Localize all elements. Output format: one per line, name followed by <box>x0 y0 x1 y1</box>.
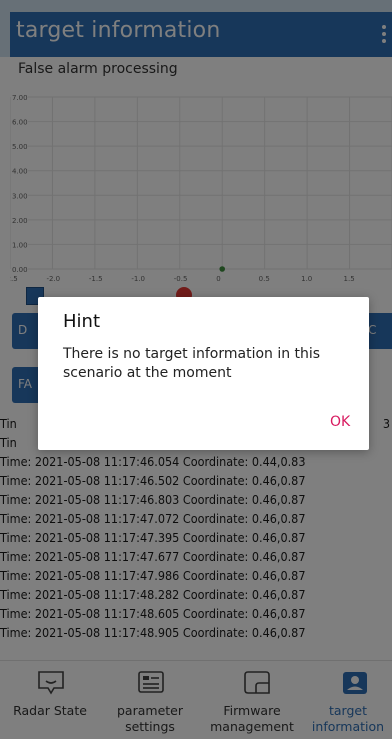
dialog-title: Hint <box>63 311 101 332</box>
dialog-ok-button[interactable]: OK <box>330 414 350 430</box>
dialog-message: There is no target information in this s… <box>63 346 321 381</box>
app-root: target information False alarm processin… <box>0 0 392 740</box>
hint-dialog: Hint There is no target information in t… <box>38 297 369 450</box>
